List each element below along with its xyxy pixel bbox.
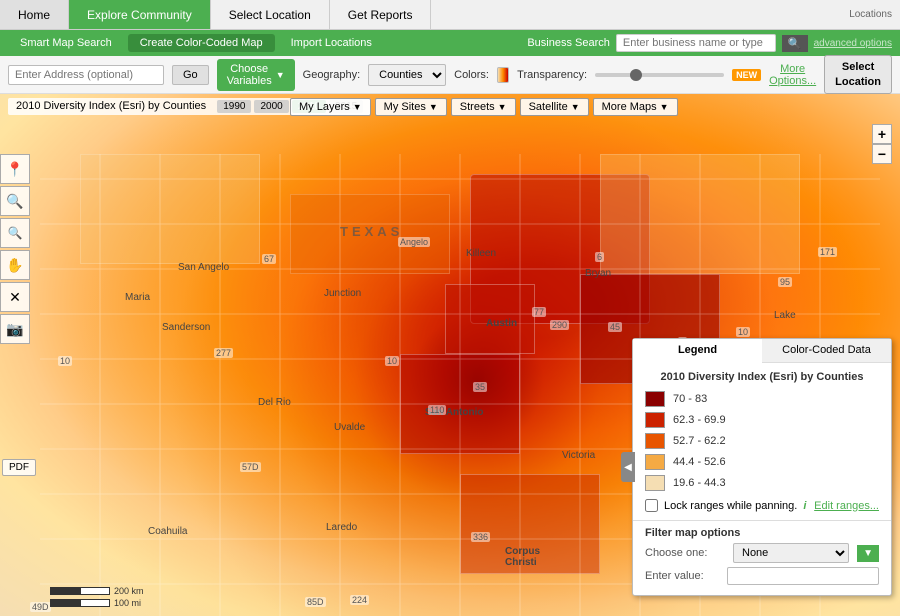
filter-section: Filter map options Choose one: None ▼ En…: [633, 520, 891, 595]
camera-tool[interactable]: 📷: [0, 314, 30, 344]
map-container[interactable]: 2010 Diversity Index (Esri) by Counties …: [0, 94, 900, 616]
legend-item-2: 62.3 - 69.9: [645, 412, 879, 428]
zoom-controls: + −: [872, 124, 892, 164]
lock-ranges-checkbox[interactable]: [645, 499, 658, 512]
legend-swatch-2: [645, 412, 665, 428]
transparency-label: Transparency:: [517, 69, 587, 81]
legend-swatch-3: [645, 433, 665, 449]
filter-enter-row: Enter value:: [645, 567, 879, 585]
satellite-button[interactable]: Satellite ▼: [520, 98, 589, 116]
filter-choose-label: Choose one:: [645, 547, 725, 559]
streets-arrow: ▼: [498, 102, 507, 112]
color-gradient[interactable]: [497, 67, 509, 83]
year-1990[interactable]: 1990: [217, 100, 251, 113]
scale-graphic-mi: [50, 599, 110, 607]
legend-item-5: 19.6 - 44.3: [645, 475, 879, 491]
legend-panel: ◀ Legend Color-Coded Data 2010 Diversity…: [632, 338, 892, 596]
filter-choose-select[interactable]: None: [733, 543, 849, 563]
business-search-area: Business Search 🔍 advanced options: [527, 34, 892, 52]
scale-km: 200 km: [50, 586, 144, 596]
filter-title: Filter map options: [645, 527, 879, 539]
legend-title: 2010 Diversity Index (Esri) by Counties: [645, 371, 879, 383]
geography-label: Geography:: [303, 69, 360, 81]
legend-range-5: 19.6 - 44.3: [673, 477, 726, 489]
my-sites-button[interactable]: My Sites ▼: [375, 98, 447, 116]
nav-create-map[interactable]: Create Color-Coded Map: [128, 34, 275, 52]
legend-item-3: 52.7 - 62.2: [645, 433, 879, 449]
lock-ranges-row: Lock ranges while panning. i Edit ranges…: [645, 499, 879, 512]
filter-enter-input[interactable]: [727, 567, 879, 585]
legend-swatch-4: [645, 454, 665, 470]
zoom-in-tool[interactable]: 🔍: [0, 186, 30, 216]
legend-tab-legend[interactable]: Legend: [633, 339, 762, 363]
streets-button[interactable]: Streets ▼: [451, 98, 516, 116]
legend-item-1: 70 - 83: [645, 391, 879, 407]
my-sites-arrow: ▼: [429, 102, 438, 112]
scale-text-mi: 100 mi: [114, 598, 141, 608]
nav-smart-map[interactable]: Smart Map Search: [8, 34, 124, 52]
legend-range-2: 62.3 - 69.9: [673, 414, 726, 426]
tab-explore-community[interactable]: Explore Community: [69, 0, 211, 29]
crosshair-tool[interactable]: ✕: [0, 282, 30, 312]
scale-text-km: 200 km: [114, 586, 144, 596]
location-tool[interactable]: 📍: [0, 154, 30, 184]
scale-mi: 100 mi: [50, 598, 144, 608]
zoom-out-tool[interactable]: 🔍: [0, 218, 30, 248]
transparency-slider[interactable]: [595, 73, 724, 77]
top-nav: Home Explore Community Select Location G…: [0, 0, 900, 30]
tab-home[interactable]: Home: [0, 0, 69, 29]
filter-enter-label: Enter value:: [645, 570, 719, 582]
zoom-in-button[interactable]: +: [872, 124, 892, 144]
filter-choose-row: Choose one: None ▼: [645, 543, 879, 563]
scale-bar: 200 km 100 mi: [50, 586, 144, 608]
satellite-arrow: ▼: [571, 102, 580, 112]
pan-tool[interactable]: ✋: [0, 250, 30, 280]
legend-swatch-1: [645, 391, 665, 407]
choose-variables-button[interactable]: Choose Variables ▼: [217, 59, 295, 91]
address-input[interactable]: [8, 65, 164, 85]
legend-tab-color-coded[interactable]: Color-Coded Data: [762, 339, 891, 362]
controls-bar: Go Choose Variables ▼ Geography: Countie…: [0, 56, 900, 94]
advanced-options-link[interactable]: advanced options: [814, 38, 892, 49]
info-icon[interactable]: i: [803, 500, 806, 512]
search-button[interactable]: 🔍: [782, 35, 808, 52]
map-toolbar: 📍 🔍 🔍 ✋ ✕ 📷: [0, 154, 30, 344]
go-button[interactable]: Go: [172, 65, 209, 85]
map-overlay-buttons: My Layers ▼ My Sites ▼ Streets ▼ Satelli…: [290, 98, 678, 116]
locations-text: Locations: [849, 9, 900, 20]
business-search-input[interactable]: [616, 34, 776, 52]
legend-swatch-5: [645, 475, 665, 491]
pdf-button[interactable]: PDF: [2, 459, 36, 476]
legend-tabs: Legend Color-Coded Data: [633, 339, 891, 363]
legend-collapse-button[interactable]: ◀: [621, 452, 635, 482]
new-badge: NEW: [732, 69, 761, 81]
legend-range-4: 44.4 - 52.6: [673, 456, 726, 468]
tab-select-location[interactable]: Select Location: [211, 0, 330, 29]
colors-label: Colors:: [454, 69, 489, 81]
legend-range-1: 70 - 83: [673, 393, 707, 405]
geography-select[interactable]: Counties: [368, 64, 446, 86]
my-layers-arrow: ▼: [353, 102, 362, 112]
tab-get-reports[interactable]: Get Reports: [330, 0, 432, 29]
more-maps-button[interactable]: More Maps ▼: [593, 98, 678, 116]
second-nav: Smart Map Search Create Color-Coded Map …: [0, 30, 900, 56]
my-layers-button[interactable]: My Layers ▼: [290, 98, 371, 116]
business-search-label: Business Search: [527, 37, 610, 49]
more-options-button[interactable]: More Options...: [769, 63, 816, 87]
scale-graphic-km: [50, 587, 110, 595]
more-maps-arrow: ▼: [660, 102, 669, 112]
nav-import-locations[interactable]: Import Locations: [279, 34, 384, 52]
zoom-out-button[interactable]: −: [872, 144, 892, 164]
legend-item-4: 44.4 - 52.6: [645, 454, 879, 470]
legend-content: 2010 Diversity Index (Esri) by Counties …: [633, 363, 891, 520]
legend-range-3: 52.7 - 62.2: [673, 435, 726, 447]
year-2000[interactable]: 2000: [254, 100, 288, 113]
filter-dropdown-button[interactable]: ▼: [857, 545, 879, 562]
select-location-button[interactable]: Select Location: [824, 55, 892, 94]
dropdown-arrow-icon: ▼: [276, 70, 285, 80]
edit-ranges-link[interactable]: Edit ranges...: [814, 500, 879, 512]
